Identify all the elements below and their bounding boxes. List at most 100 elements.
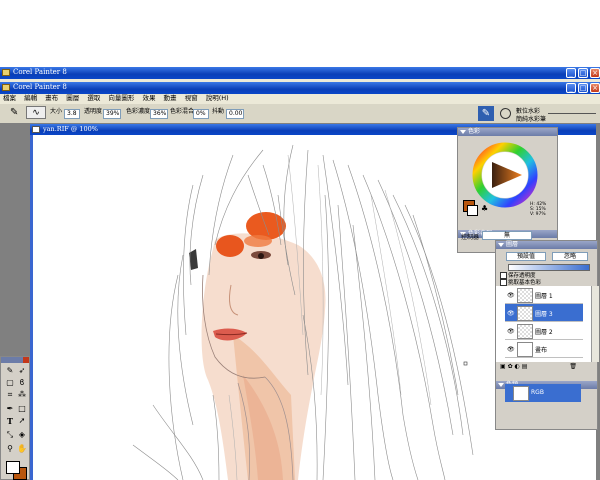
main-color-swatch[interactable]	[6, 461, 20, 474]
property-bar: ✎ ∿ 大小 3.8 透明度 39% 色彩濃度 36% 色彩混合 0% 抖動 0…	[0, 104, 600, 124]
opacity-slider[interactable]	[508, 264, 590, 271]
paint-bucket-icon[interactable]: ◈	[17, 430, 27, 440]
eye-icon[interactable]: 👁	[507, 292, 515, 299]
eye-icon[interactable]: 👁	[507, 310, 515, 317]
brush-selector-divider	[548, 113, 596, 114]
menu-select[interactable]: 選取	[84, 94, 103, 103]
menu-help[interactable]: 說明(H)	[203, 94, 232, 103]
brush-tool-icon[interactable]: ✎	[10, 107, 18, 118]
app-window-title: Corel Painter 8	[13, 83, 67, 91]
layer-commands-icon[interactable]: ▣	[500, 363, 506, 370]
colors-panel: 色彩 ♣ H: 42% S: 15% V: 97% 色彩表現 控制器 無	[457, 127, 558, 253]
size-label: 大小	[50, 108, 63, 115]
layer-list: 👁 圖層 1 👁 圖層 3 👁 圖層 2 👁 畫布	[496, 286, 591, 362]
layers-panel-title-text: 圖層	[506, 241, 519, 248]
collapse-icon[interactable]	[498, 383, 504, 387]
size-field[interactable]: 3.8	[64, 109, 80, 119]
menu-shapes[interactable]: 向量圖形	[105, 94, 137, 103]
magic-wand-icon[interactable]: ⁂	[17, 390, 27, 400]
painter-app-icon	[2, 84, 10, 91]
layer-mask-icon[interactable]: ◐	[515, 363, 520, 370]
collapse-icon[interactable]	[498, 243, 504, 247]
eye-icon[interactable]: 👁	[507, 328, 515, 335]
magnifier-icon[interactable]: ⚲	[5, 444, 15, 454]
document-icon	[32, 126, 40, 133]
collapse-icon[interactable]	[460, 130, 466, 134]
minimize-button[interactable]: _	[566, 83, 576, 93]
resat-field[interactable]: 36%	[150, 109, 168, 119]
channel-row-selected[interactable]: RGB	[505, 384, 581, 402]
eye-icon[interactable]: 👁	[507, 346, 515, 353]
layer-thumbnail	[517, 324, 533, 339]
opacity-field[interactable]: 39%	[103, 109, 121, 119]
pick-up-color-label: 挑取基本色彩	[508, 280, 542, 286]
painter-app-icon	[2, 69, 10, 76]
toolbox-panel: ✎ ➶ ▢ ϐ ⌗ ⁂ ✒ □ T ➚ ⤡ ◈ ⚲ ✋	[0, 356, 30, 480]
brush-icon[interactable]: ✎	[5, 366, 15, 376]
menu-effects[interactable]: 效果	[139, 94, 158, 103]
colors-panel-title: 色彩	[458, 128, 557, 136]
hsv-readout-v: V: 97%	[530, 212, 546, 217]
minimize-button[interactable]: _	[566, 68, 576, 78]
hue-ring[interactable]	[472, 142, 538, 208]
secondary-color-chip[interactable]	[467, 205, 478, 216]
pick-up-color-checkbox[interactable]	[500, 279, 507, 286]
brush-stroke-icon[interactable]: ∿	[26, 106, 46, 119]
channel-thumbnail	[513, 386, 529, 401]
composite-method-select[interactable]: 預設值	[506, 252, 546, 261]
menu-movie[interactable]: 動畫	[161, 94, 180, 103]
eyedropper-icon[interactable]: ♣	[481, 204, 488, 213]
colors-panel-title-text: 色彩	[468, 128, 481, 135]
controller-select[interactable]: 無	[482, 231, 532, 240]
app-title-bar: Corel Painter 8 _ □ ×	[0, 82, 600, 94]
layer-name: 圖層 3	[535, 311, 553, 318]
text-icon[interactable]: T	[5, 416, 15, 426]
menu-edit[interactable]: 編輯	[21, 94, 40, 103]
preserve-transparency-checkbox[interactable]	[500, 272, 507, 279]
layer-name: 畫布	[535, 347, 548, 354]
layers-bottom-toolbar: ▣ ✿ ◐ ▤ 🗑	[496, 363, 597, 371]
pointer-icon[interactable]: ➶	[17, 366, 27, 376]
layer-row-selected[interactable]: 👁 圖層 3	[505, 304, 583, 322]
menu-canvas[interactable]: 畫布	[42, 94, 61, 103]
dropper-icon[interactable]: ⤡	[5, 430, 15, 440]
layer-thumbnail	[517, 306, 533, 321]
maximize-button[interactable]: □	[578, 83, 588, 93]
menu-window[interactable]: 視窗	[182, 94, 201, 103]
pen-icon[interactable]: ✒	[5, 404, 15, 414]
shape-selector-icon[interactable]: ➚	[17, 416, 27, 426]
lasso-icon[interactable]: ϐ	[17, 378, 27, 388]
jitter-field[interactable]: 0.00	[226, 109, 244, 119]
maximize-button[interactable]: □	[578, 68, 588, 78]
shape-icon[interactable]: □	[17, 404, 27, 414]
composite-depth-select[interactable]: 忽略	[552, 252, 588, 261]
brush-variant-name[interactable]: 簡純水彩筆	[516, 114, 546, 123]
bleed-field[interactable]: 0%	[193, 109, 209, 119]
close-icon[interactable]	[23, 357, 29, 363]
dynamic-plugins-icon[interactable]: ✿	[508, 363, 513, 370]
outer-title-bar: Corel Painter 8 _ □ ×	[0, 67, 600, 79]
new-layer-icon[interactable]: ▤	[522, 363, 528, 370]
close-button[interactable]: ×	[590, 83, 600, 93]
layer-row[interactable]: 👁 畫布	[505, 340, 583, 358]
brush-category-icon[interactable]: ✎	[478, 106, 494, 121]
resat-label: 色彩濃度	[126, 108, 151, 115]
layer-row[interactable]: 👁 圖層 1	[505, 286, 583, 304]
layer-row[interactable]: 👁 圖層 2	[505, 322, 583, 340]
opacity-label: 透明度	[84, 108, 103, 115]
channel-name: RGB	[531, 389, 544, 396]
menu-file[interactable]: 檔案	[0, 94, 19, 103]
grabber-icon[interactable]: ✋	[17, 444, 27, 454]
jitter-label: 抖動	[212, 108, 225, 115]
layers-panel-title: 圖層	[496, 241, 597, 249]
crop-icon[interactable]: ⌗	[5, 390, 15, 400]
rect-select-icon[interactable]: ▢	[5, 378, 15, 388]
delete-layer-icon[interactable]: 🗑	[569, 363, 577, 370]
close-button[interactable]: ×	[590, 68, 600, 78]
brush-variant-icon[interactable]	[500, 108, 511, 119]
layers-panel: 圖層 預設值 忽略 保存透明度 挑取基本色彩 👁 圖層 1 👁 圖層 3 👁 圖…	[495, 240, 599, 430]
layers-scrollbar[interactable]	[591, 286, 599, 362]
menu-layers[interactable]: 圖層	[63, 94, 82, 103]
controller-label: 控制器	[461, 234, 480, 241]
layer-name: 圖層 1	[535, 293, 553, 300]
